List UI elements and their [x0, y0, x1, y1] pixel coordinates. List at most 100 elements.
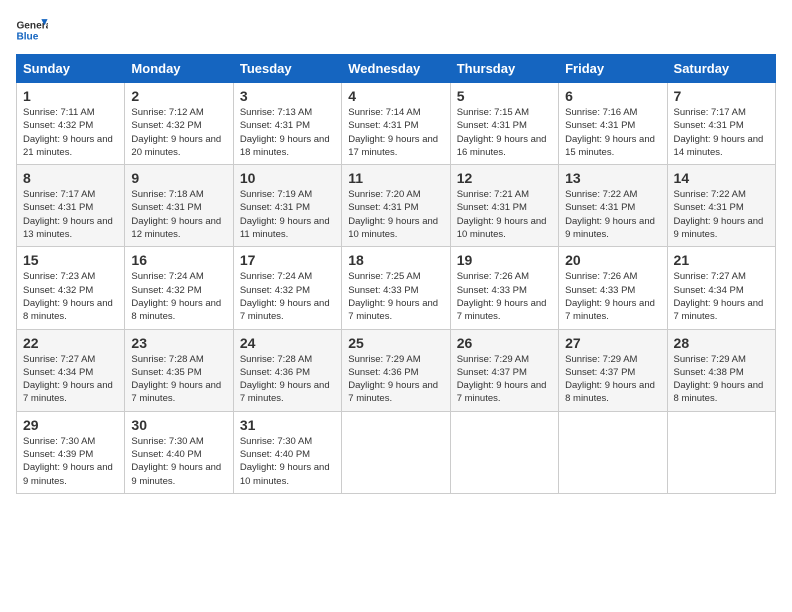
day-number: 16	[131, 252, 226, 268]
header: General Blue	[16, 16, 776, 44]
day-info: Sunrise: 7:25 AMSunset: 4:33 PMDaylight:…	[348, 270, 443, 323]
calendar-day-cell	[450, 411, 558, 493]
day-number: 14	[674, 170, 769, 186]
calendar-day-cell: 31 Sunrise: 7:30 AMSunset: 4:40 PMDaylig…	[233, 411, 341, 493]
day-number: 5	[457, 88, 552, 104]
day-number: 11	[348, 170, 443, 186]
day-info: Sunrise: 7:26 AMSunset: 4:33 PMDaylight:…	[565, 270, 660, 323]
day-info: Sunrise: 7:22 AMSunset: 4:31 PMDaylight:…	[674, 188, 769, 241]
calendar-day-cell: 2 Sunrise: 7:12 AMSunset: 4:32 PMDayligh…	[125, 83, 233, 165]
calendar-week-row: 22 Sunrise: 7:27 AMSunset: 4:34 PMDaylig…	[17, 329, 776, 411]
calendar-day-cell: 5 Sunrise: 7:15 AMSunset: 4:31 PMDayligh…	[450, 83, 558, 165]
day-number: 27	[565, 335, 660, 351]
day-info: Sunrise: 7:29 AMSunset: 4:37 PMDaylight:…	[565, 353, 660, 406]
day-number: 28	[674, 335, 769, 351]
weekday-header-cell: Saturday	[667, 55, 775, 83]
day-info: Sunrise: 7:17 AMSunset: 4:31 PMDaylight:…	[23, 188, 118, 241]
day-info: Sunrise: 7:12 AMSunset: 4:32 PMDaylight:…	[131, 106, 226, 159]
weekday-header-row: SundayMondayTuesdayWednesdayThursdayFrid…	[17, 55, 776, 83]
day-number: 4	[348, 88, 443, 104]
day-info: Sunrise: 7:29 AMSunset: 4:38 PMDaylight:…	[674, 353, 769, 406]
day-number: 1	[23, 88, 118, 104]
calendar-day-cell: 18 Sunrise: 7:25 AMSunset: 4:33 PMDaylig…	[342, 247, 450, 329]
day-number: 19	[457, 252, 552, 268]
calendar-day-cell	[342, 411, 450, 493]
day-info: Sunrise: 7:29 AMSunset: 4:36 PMDaylight:…	[348, 353, 443, 406]
weekday-header-cell: Monday	[125, 55, 233, 83]
day-number: 20	[565, 252, 660, 268]
logo-icon: General Blue	[16, 16, 48, 44]
day-info: Sunrise: 7:30 AMSunset: 4:39 PMDaylight:…	[23, 435, 118, 488]
calendar-day-cell: 12 Sunrise: 7:21 AMSunset: 4:31 PMDaylig…	[450, 165, 558, 247]
calendar-day-cell: 27 Sunrise: 7:29 AMSunset: 4:37 PMDaylig…	[559, 329, 667, 411]
calendar-day-cell: 1 Sunrise: 7:11 AMSunset: 4:32 PMDayligh…	[17, 83, 125, 165]
calendar-day-cell: 25 Sunrise: 7:29 AMSunset: 4:36 PMDaylig…	[342, 329, 450, 411]
calendar-day-cell: 22 Sunrise: 7:27 AMSunset: 4:34 PMDaylig…	[17, 329, 125, 411]
day-number: 15	[23, 252, 118, 268]
calendar-day-cell: 10 Sunrise: 7:19 AMSunset: 4:31 PMDaylig…	[233, 165, 341, 247]
calendar-day-cell: 13 Sunrise: 7:22 AMSunset: 4:31 PMDaylig…	[559, 165, 667, 247]
day-number: 26	[457, 335, 552, 351]
day-number: 12	[457, 170, 552, 186]
day-number: 23	[131, 335, 226, 351]
day-info: Sunrise: 7:30 AMSunset: 4:40 PMDaylight:…	[131, 435, 226, 488]
calendar-day-cell: 21 Sunrise: 7:27 AMSunset: 4:34 PMDaylig…	[667, 247, 775, 329]
calendar-day-cell: 30 Sunrise: 7:30 AMSunset: 4:40 PMDaylig…	[125, 411, 233, 493]
day-number: 2	[131, 88, 226, 104]
calendar-day-cell: 17 Sunrise: 7:24 AMSunset: 4:32 PMDaylig…	[233, 247, 341, 329]
weekday-header-cell: Tuesday	[233, 55, 341, 83]
calendar-week-row: 29 Sunrise: 7:30 AMSunset: 4:39 PMDaylig…	[17, 411, 776, 493]
calendar-day-cell: 6 Sunrise: 7:16 AMSunset: 4:31 PMDayligh…	[559, 83, 667, 165]
day-number: 13	[565, 170, 660, 186]
day-info: Sunrise: 7:22 AMSunset: 4:31 PMDaylight:…	[565, 188, 660, 241]
calendar-day-cell: 29 Sunrise: 7:30 AMSunset: 4:39 PMDaylig…	[17, 411, 125, 493]
day-number: 9	[131, 170, 226, 186]
calendar-body: 1 Sunrise: 7:11 AMSunset: 4:32 PMDayligh…	[17, 83, 776, 494]
calendar-day-cell: 16 Sunrise: 7:24 AMSunset: 4:32 PMDaylig…	[125, 247, 233, 329]
calendar-week-row: 15 Sunrise: 7:23 AMSunset: 4:32 PMDaylig…	[17, 247, 776, 329]
day-info: Sunrise: 7:27 AMSunset: 4:34 PMDaylight:…	[674, 270, 769, 323]
day-info: Sunrise: 7:13 AMSunset: 4:31 PMDaylight:…	[240, 106, 335, 159]
day-number: 7	[674, 88, 769, 104]
day-number: 29	[23, 417, 118, 433]
day-info: Sunrise: 7:18 AMSunset: 4:31 PMDaylight:…	[131, 188, 226, 241]
calendar-week-row: 1 Sunrise: 7:11 AMSunset: 4:32 PMDayligh…	[17, 83, 776, 165]
day-info: Sunrise: 7:26 AMSunset: 4:33 PMDaylight:…	[457, 270, 552, 323]
day-info: Sunrise: 7:23 AMSunset: 4:32 PMDaylight:…	[23, 270, 118, 323]
calendar-day-cell: 19 Sunrise: 7:26 AMSunset: 4:33 PMDaylig…	[450, 247, 558, 329]
day-info: Sunrise: 7:24 AMSunset: 4:32 PMDaylight:…	[240, 270, 335, 323]
logo: General Blue	[16, 16, 48, 44]
day-number: 30	[131, 417, 226, 433]
calendar-day-cell: 14 Sunrise: 7:22 AMSunset: 4:31 PMDaylig…	[667, 165, 775, 247]
calendar-week-row: 8 Sunrise: 7:17 AMSunset: 4:31 PMDayligh…	[17, 165, 776, 247]
calendar-day-cell	[559, 411, 667, 493]
day-number: 25	[348, 335, 443, 351]
day-info: Sunrise: 7:29 AMSunset: 4:37 PMDaylight:…	[457, 353, 552, 406]
calendar-day-cell: 8 Sunrise: 7:17 AMSunset: 4:31 PMDayligh…	[17, 165, 125, 247]
calendar-day-cell: 4 Sunrise: 7:14 AMSunset: 4:31 PMDayligh…	[342, 83, 450, 165]
weekday-header-cell: Wednesday	[342, 55, 450, 83]
day-info: Sunrise: 7:14 AMSunset: 4:31 PMDaylight:…	[348, 106, 443, 159]
day-number: 24	[240, 335, 335, 351]
day-info: Sunrise: 7:15 AMSunset: 4:31 PMDaylight:…	[457, 106, 552, 159]
day-number: 31	[240, 417, 335, 433]
calendar-day-cell: 7 Sunrise: 7:17 AMSunset: 4:31 PMDayligh…	[667, 83, 775, 165]
calendar-day-cell: 24 Sunrise: 7:28 AMSunset: 4:36 PMDaylig…	[233, 329, 341, 411]
day-info: Sunrise: 7:28 AMSunset: 4:35 PMDaylight:…	[131, 353, 226, 406]
calendar-day-cell: 15 Sunrise: 7:23 AMSunset: 4:32 PMDaylig…	[17, 247, 125, 329]
calendar-day-cell: 20 Sunrise: 7:26 AMSunset: 4:33 PMDaylig…	[559, 247, 667, 329]
day-info: Sunrise: 7:28 AMSunset: 4:36 PMDaylight:…	[240, 353, 335, 406]
calendar-day-cell: 9 Sunrise: 7:18 AMSunset: 4:31 PMDayligh…	[125, 165, 233, 247]
day-number: 6	[565, 88, 660, 104]
calendar-day-cell: 23 Sunrise: 7:28 AMSunset: 4:35 PMDaylig…	[125, 329, 233, 411]
calendar-day-cell: 26 Sunrise: 7:29 AMSunset: 4:37 PMDaylig…	[450, 329, 558, 411]
svg-text:Blue: Blue	[16, 31, 38, 42]
day-info: Sunrise: 7:11 AMSunset: 4:32 PMDaylight:…	[23, 106, 118, 159]
day-info: Sunrise: 7:30 AMSunset: 4:40 PMDaylight:…	[240, 435, 335, 488]
weekday-header-cell: Friday	[559, 55, 667, 83]
day-number: 22	[23, 335, 118, 351]
weekday-header-cell: Thursday	[450, 55, 558, 83]
day-number: 8	[23, 170, 118, 186]
calendar-day-cell	[667, 411, 775, 493]
calendar-day-cell: 11 Sunrise: 7:20 AMSunset: 4:31 PMDaylig…	[342, 165, 450, 247]
